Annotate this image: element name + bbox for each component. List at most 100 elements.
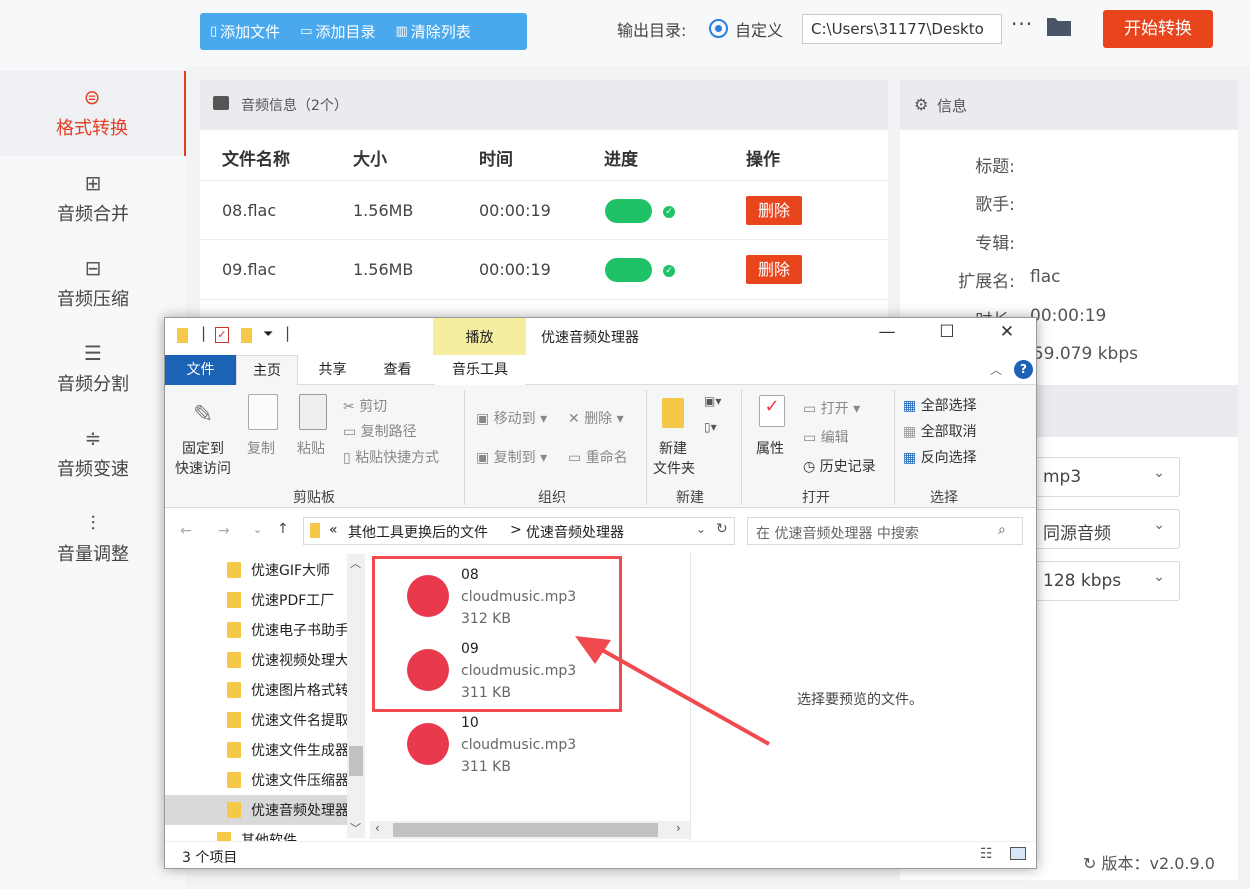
start-convert-button[interactable]: 开始转换 [1103, 10, 1213, 48]
paste-shortcut-button[interactable]: ▯ 粘贴快捷方式 [343, 447, 439, 467]
window-title: 优速音频处理器 [541, 330, 639, 346]
open-button[interactable]: ▭ 打开 ▾ [803, 398, 860, 418]
explorer-window: | ✓ ⏷ | 播放 优速音频处理器 — ☐ ✕ 文件 主页 共享 查看 音乐工… [164, 317, 1037, 869]
help-icon[interactable]: ? [1014, 360, 1033, 379]
more-options-button[interactable]: ··· [1011, 12, 1033, 36]
properties-button[interactable]: 属性 [756, 438, 784, 458]
new-folder-quick-icon[interactable] [241, 328, 252, 343]
tab-music-tools[interactable]: 音乐工具 [435, 355, 525, 385]
status-text: 3 个项目 [182, 850, 238, 866]
chevron-down-icon: ⌄ [1153, 569, 1165, 585]
bitrate-select[interactable]: 128 kbps ⌄ [1030, 561, 1180, 601]
minimize-icon[interactable]: — [867, 322, 907, 342]
collapse-ribbon-icon[interactable]: ︿ [990, 361, 1002, 378]
address-bar[interactable]: « 其他工具更换后的文件 > 优速音频处理器 ⌄ ↻ [303, 517, 735, 545]
table-row[interactable]: 08.flac 1.56MB 00:00:19 ✓ 删除 [200, 180, 888, 240]
delete-button-ribbon[interactable]: ✕ 删除 ▾ [568, 408, 624, 428]
nav-scrollbar[interactable] [347, 554, 365, 838]
scroll-left-icon[interactable]: ‹ [375, 821, 380, 835]
back-icon[interactable]: ← [180, 523, 192, 539]
invert-selection-button[interactable]: ▦ 反向选择 [903, 447, 977, 467]
folder-icon [310, 523, 320, 538]
nav-item[interactable]: 优速GIF大师 [165, 555, 350, 585]
up-icon[interactable]: ↑ [277, 521, 289, 537]
close-icon[interactable]: ✕ [987, 322, 1027, 342]
properties-quick-icon[interactable]: ✓ [215, 327, 229, 343]
sidebar-item-audio-split[interactable]: ☰ 音频分割 [0, 327, 186, 412]
paste-button[interactable]: 粘贴 [297, 438, 325, 458]
quality-select[interactable]: 同源音频 ⌄ [1030, 509, 1180, 549]
new-folder-button-2[interactable]: 文件夹 [653, 458, 695, 478]
copy-path-button[interactable]: ▭ 复制路径 [343, 421, 417, 441]
sidebar-item-audio-merge[interactable]: ⊞ 音频合并 [0, 157, 186, 242]
select-none-button[interactable]: ▦ 全部取消 [903, 421, 977, 441]
nav-item[interactable]: 优速视频处理大 [165, 645, 350, 675]
nav-item-selected[interactable]: 优速音频处理器 [165, 795, 350, 825]
details-view-icon[interactable]: ☷ [980, 846, 993, 862]
sidebar-item-format-convert[interactable]: ⊜ 格式转换 [0, 71, 186, 156]
custom-radio[interactable] [709, 19, 728, 38]
breadcrumb-item[interactable]: 其他工具更换后的文件 [348, 522, 488, 542]
rename-button[interactable]: ▭ 重命名 [568, 447, 628, 467]
output-path-input[interactable]: C:\Users\31177\Deskto [802, 14, 1002, 44]
recent-dropdown-icon[interactable]: ⌄ [253, 523, 262, 536]
scroll-right-icon[interactable]: › [676, 821, 681, 835]
tab-home[interactable]: 主页 [236, 355, 298, 386]
nav-item[interactable]: 其他软件 [165, 825, 350, 841]
copy-button[interactable]: 复制 [247, 438, 275, 458]
select-all-button[interactable]: ▦ 全部选择 [903, 395, 977, 415]
breadcrumb-overflow[interactable]: « [329, 522, 338, 538]
copy-to-button[interactable]: ▣ 复制到 ▾ [476, 447, 547, 467]
nav-item[interactable]: 优速文件名提取 [165, 705, 350, 735]
scroll-down-icon[interactable]: ﹀ [350, 820, 361, 836]
pin-label[interactable]: 固定到 [182, 438, 224, 458]
new-item-icon[interactable]: ▣▾ [704, 394, 721, 408]
sidebar-item-volume-adjust[interactable]: ⫶ 音量调整 [0, 497, 186, 582]
nav-item-label: 优速电子书助手 [251, 623, 349, 639]
nav-item[interactable]: 优速文件生成器 [165, 735, 350, 765]
new-folder-button[interactable]: 新建 [659, 438, 687, 458]
audio-info-header: 音频信息（2个） [200, 80, 888, 130]
nav-item[interactable]: 优速PDF工厂 [165, 585, 350, 615]
tab-share[interactable]: 共享 [305, 355, 360, 385]
open-label: 打开 [820, 401, 849, 417]
scroll-up-icon[interactable]: ︿ [350, 555, 361, 571]
maximize-icon[interactable]: ☐ [927, 322, 967, 342]
edit-button[interactable]: ▭ 编辑 [803, 427, 849, 447]
cut-button[interactable]: ✂ 剪切 [343, 396, 387, 416]
large-icons-view-icon[interactable] [1010, 847, 1026, 860]
sidebar-item-audio-speed[interactable]: ≑ 音频变速 [0, 412, 186, 497]
add-file-button[interactable]: ▯ 添加文件 [200, 13, 290, 50]
clear-list-button[interactable]: ▥ 清除列表 [385, 13, 480, 50]
easy-access-icon[interactable]: ▯▾ [704, 420, 717, 434]
quick-access-dropdown-icon[interactable]: ⏷ [263, 327, 273, 342]
nav-item[interactable]: 优速文件压缩器 [165, 765, 350, 795]
nav-item[interactable]: 优速电子书助手 [165, 615, 350, 645]
invert-selection-label: 反向选择 [920, 450, 977, 466]
forward-icon[interactable]: → [218, 523, 230, 539]
open-folder-icon[interactable] [1046, 15, 1072, 37]
refresh-icon[interactable]: ↻ [716, 521, 728, 537]
format-select[interactable]: mp3 ⌄ [1030, 457, 1180, 497]
pin-label-2[interactable]: 快速访问 [175, 458, 231, 478]
nav-scrollbar-thumb[interactable] [349, 746, 363, 776]
nav-item[interactable]: 优速图片格式转 [165, 675, 350, 705]
address-dropdown-icon[interactable]: ⌄ [696, 522, 706, 536]
custom-radio-label[interactable]: 自定义 [735, 17, 783, 41]
search-input[interactable]: 在 优速音频处理器 中搜索 ⌕ [747, 517, 1023, 545]
breadcrumb-item[interactable]: 优速音频处理器 [526, 522, 624, 542]
file-button-group: ▯ 添加文件 ▭ 添加目录 ▥ 清除列表 [200, 13, 527, 50]
table-row[interactable]: 09.flac 1.56MB 00:00:19 ✓ 删除 [200, 240, 888, 300]
select-none-label: 全部取消 [920, 424, 977, 440]
context-tab-play[interactable]: 播放 [433, 318, 526, 355]
tab-view[interactable]: 查看 [370, 355, 425, 385]
delete-button[interactable]: 删除 [746, 255, 802, 284]
add-dir-button[interactable]: ▭ 添加目录 [290, 13, 385, 50]
tab-file[interactable]: 文件 [165, 355, 236, 385]
move-to-button[interactable]: ▣ 移动到 ▾ [476, 408, 547, 428]
delete-button[interactable]: 删除 [746, 196, 802, 225]
history-button[interactable]: ◷ 历史记录 [803, 456, 876, 476]
file-scrollbar-thumb[interactable] [393, 823, 658, 837]
column-header: 文件名称 [222, 150, 290, 170]
sidebar-item-audio-compress[interactable]: ⊟ 音频压缩 [0, 242, 186, 327]
